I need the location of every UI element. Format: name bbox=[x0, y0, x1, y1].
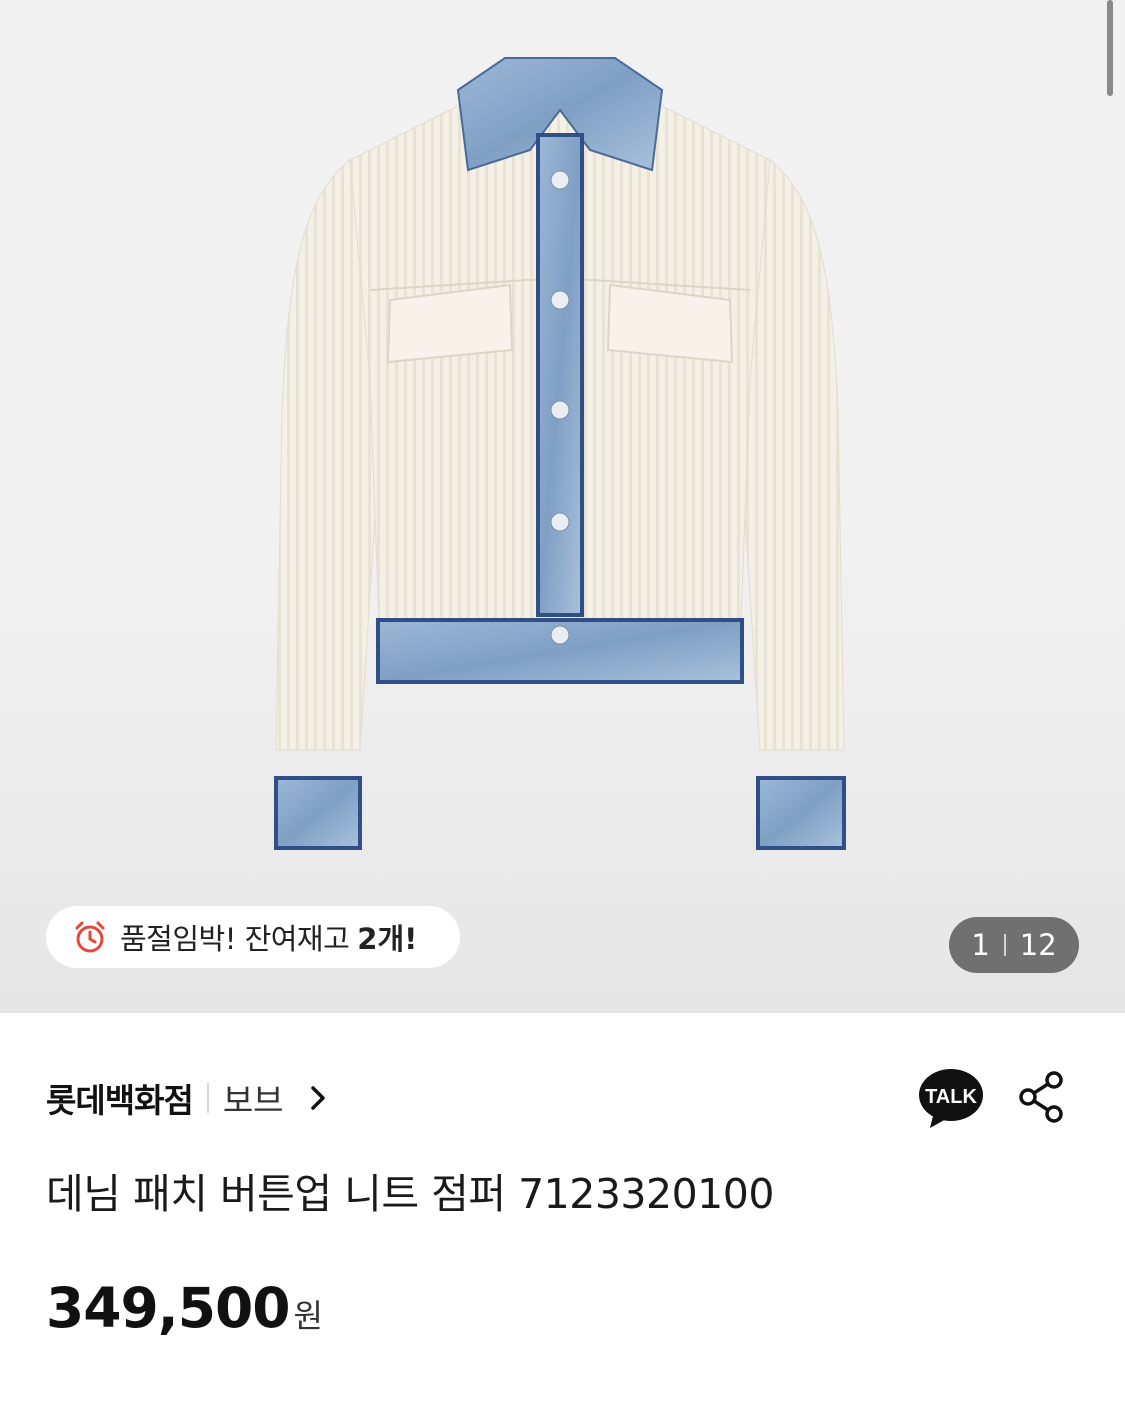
counter-divider bbox=[1003, 934, 1006, 956]
product-image-gallery[interactable]: 품절임박! 잔여재고 2개! 1 12 bbox=[0, 0, 1125, 1013]
scrollbar[interactable] bbox=[1107, 0, 1113, 96]
stock-count: 2개! bbox=[357, 922, 418, 956]
total-image-count: 12 bbox=[1019, 928, 1057, 962]
kakaotalk-icon[interactable]: TALK bbox=[918, 1068, 984, 1130]
share-icon[interactable] bbox=[1016, 1070, 1066, 1124]
current-image-index: 1 bbox=[971, 928, 990, 962]
low-stock-badge: 품절임박! 잔여재고 2개! bbox=[46, 906, 460, 968]
brand-name: 보브 bbox=[222, 1081, 284, 1120]
brand-divider bbox=[206, 1083, 209, 1113]
chevron-right-icon bbox=[310, 1086, 325, 1110]
product-image bbox=[274, 57, 846, 850]
image-counter: 1 12 bbox=[949, 917, 1079, 973]
price-block: 349,500 원 bbox=[46, 1276, 323, 1340]
product-title: 데님 패치 버튼업 니트 점퍼 7123320100 bbox=[46, 1170, 774, 1218]
stock-message: 품절임박! 잔여재고 bbox=[120, 922, 350, 956]
brand-link[interactable]: 롯데백화점 보브 bbox=[46, 1070, 328, 1126]
price-value: 349,500 bbox=[46, 1276, 291, 1340]
price-currency: 원 bbox=[293, 1297, 323, 1335]
alarm-clock-icon bbox=[75, 921, 105, 953]
talk-label: TALK bbox=[925, 1086, 977, 1108]
store-name: 롯데백화점 bbox=[46, 1081, 194, 1120]
